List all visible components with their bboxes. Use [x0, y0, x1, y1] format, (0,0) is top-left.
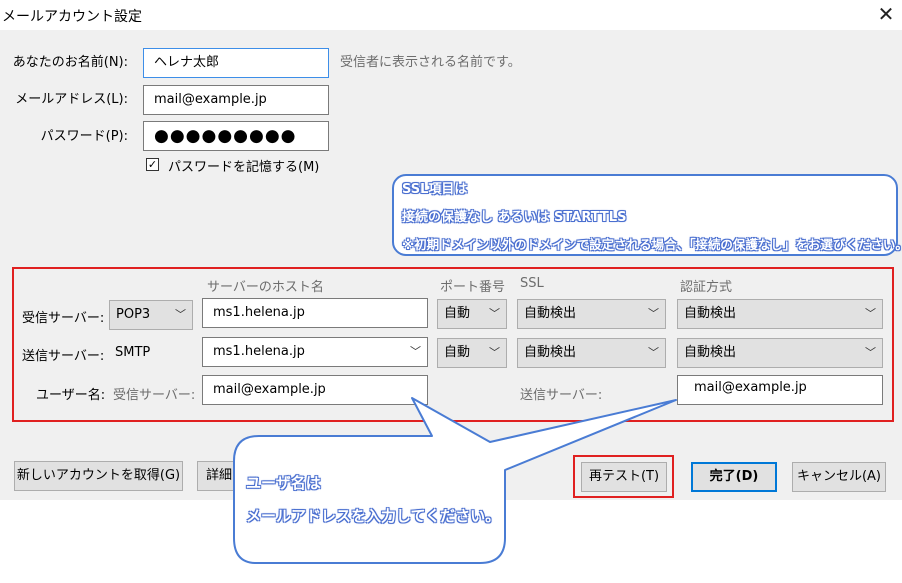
- username-note-line2: メールアドレスを入力してください。: [246, 507, 501, 525]
- username-note-line1: ユーザ名は: [246, 474, 321, 492]
- username-note-callout: [233, 397, 677, 564]
